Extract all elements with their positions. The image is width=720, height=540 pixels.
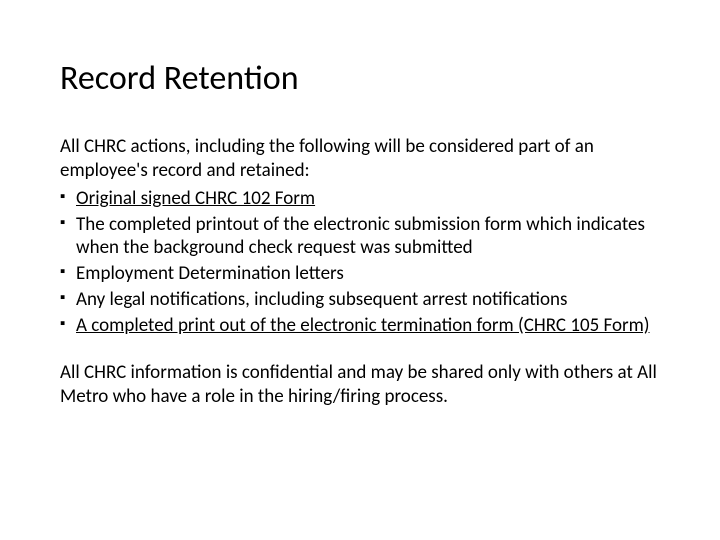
bullet-text: Original signed CHRC 102 Form (76, 187, 315, 210)
closing-paragraph: All CHRC information is confidential and… (60, 361, 660, 409)
bullet-text: A completed print out of the electronic … (76, 314, 650, 337)
page-title: Record Retention (60, 60, 660, 97)
slide: Record Retention All CHRC actions, inclu… (0, 0, 720, 540)
intro-paragraph: All CHRC actions, including the followin… (60, 135, 660, 183)
list-item: The completed printout of the electronic… (60, 213, 660, 261)
bullet-text: Employment Determination letters (76, 262, 344, 285)
bullet-text: The completed printout of the electronic… (76, 213, 645, 260)
bullet-text: Any legal notifications, including subse… (76, 288, 567, 311)
list-item: Any legal notifications, including subse… (60, 288, 660, 312)
body-content: All CHRC actions, including the followin… (60, 135, 660, 409)
bullet-list: Original signed CHRC 102 Form The comple… (60, 187, 660, 338)
list-item: Employment Determination letters (60, 262, 660, 286)
list-item: A completed print out of the electronic … (60, 314, 660, 338)
list-item: Original signed CHRC 102 Form (60, 187, 660, 211)
